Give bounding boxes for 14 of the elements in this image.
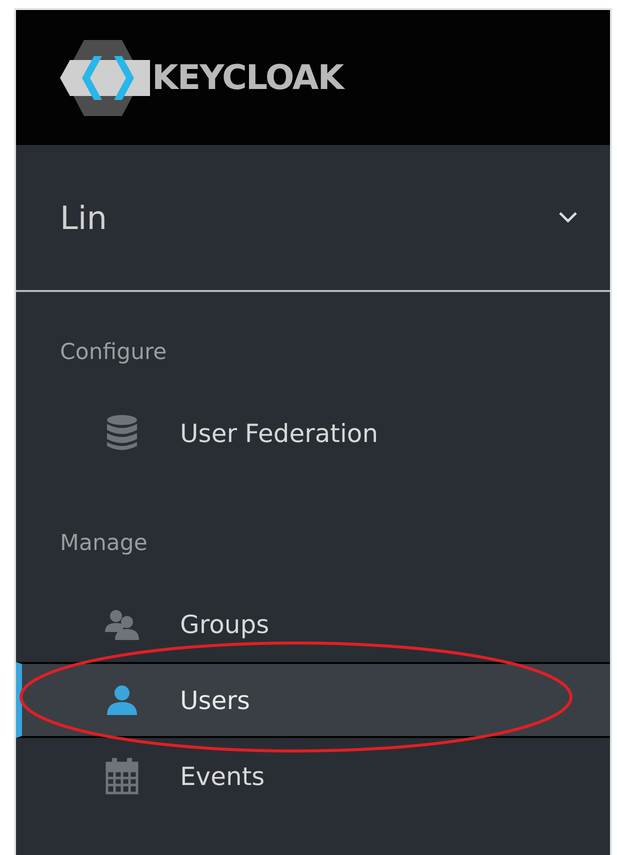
realm-selector[interactable]: Lin (16, 145, 610, 292)
users-icon (105, 608, 139, 640)
nav-item[interactable]: User Federation (16, 395, 610, 471)
logo-text: KEYCLOAK (152, 58, 344, 98)
realm-name: Lin (60, 198, 107, 236)
chevron-down-icon (558, 211, 578, 223)
nav-item[interactable]: Events (16, 738, 610, 814)
database-icon (106, 414, 138, 452)
section-heading: Configure (59, 338, 168, 366)
user-icon (107, 685, 137, 715)
calendar-icon (105, 757, 139, 795)
nav-item[interactable]: Groups (16, 586, 610, 662)
section-heading: Manage (59, 530, 148, 558)
nav-item[interactable]: Users (16, 662, 610, 738)
